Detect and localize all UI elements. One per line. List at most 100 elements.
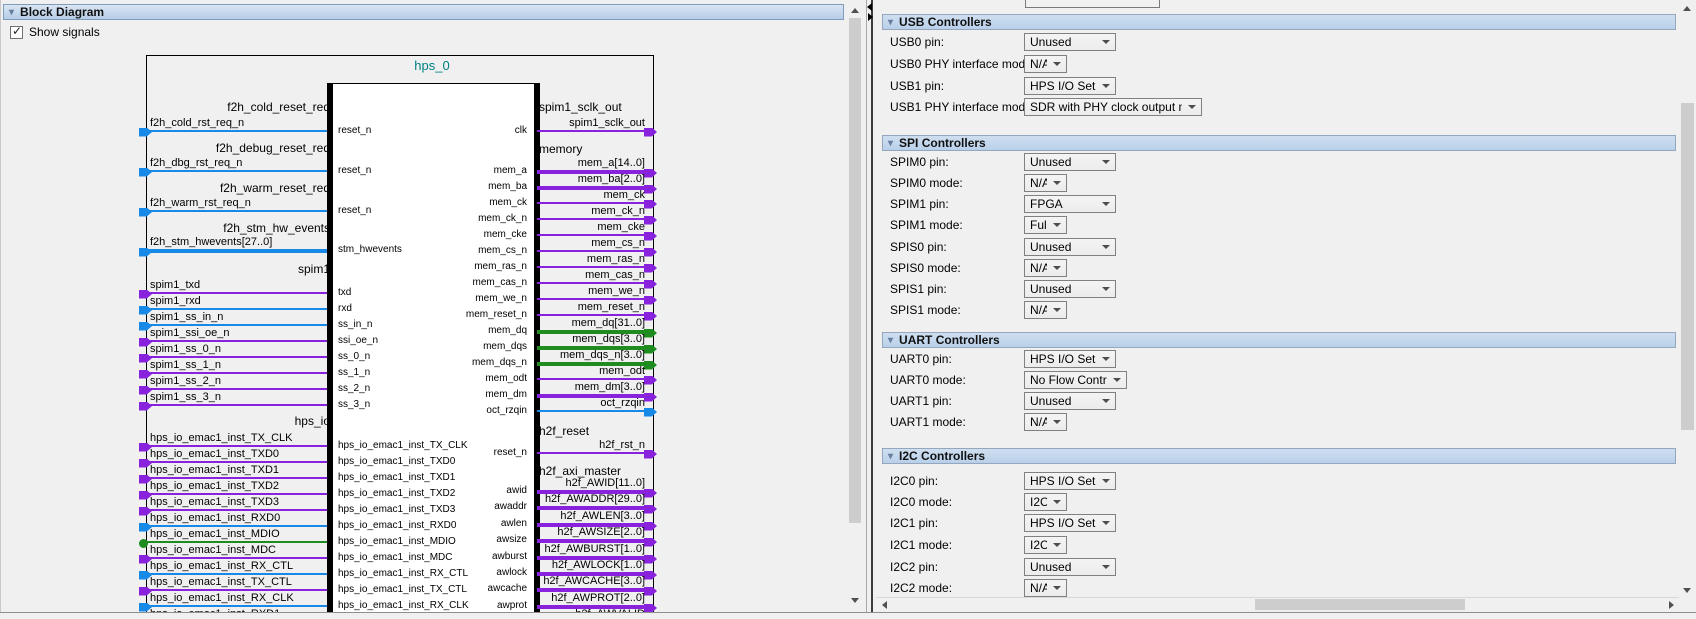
partial-dropdown-top[interactable]: [1025, 0, 1160, 8]
param-dropdown[interactable]: Unused: [1024, 153, 1116, 171]
chevron-down-icon: [1102, 245, 1110, 249]
section-header-spi-controllers[interactable]: ▾SPI Controllers: [882, 135, 1676, 151]
signal-label: spim1_rxd: [150, 295, 201, 307]
param-dropdown[interactable]: N/A: [1024, 55, 1067, 73]
port-direction-icon: [644, 200, 657, 209]
chevron-down-icon: [1053, 308, 1061, 312]
param-dropdown[interactable]: N/A: [1024, 174, 1067, 192]
signal-label: spim1_ss_1_n: [150, 359, 221, 371]
param-dropdown[interactable]: I2C: [1024, 536, 1067, 554]
dropdown-value: HPS I/O Set 0: [1030, 79, 1096, 93]
section-collapse-icon[interactable]: ▾: [888, 451, 893, 462]
param-label: UART1 mode:: [890, 415, 966, 429]
signal-label: spim1_ss_2_n: [150, 375, 221, 387]
section-collapse-icon[interactable]: ▾: [888, 138, 893, 149]
param-dropdown[interactable]: HPS I/O Set 0: [1024, 350, 1116, 368]
section-header-uart-controllers[interactable]: ▾ UART Controllers: [882, 332, 1676, 348]
signal-label: hps_io_emac1_inst_MDIO: [150, 528, 280, 540]
dropdown-value: Full: [1030, 218, 1047, 232]
signal-label: hps_io_emac1_inst_TXD3: [150, 496, 279, 508]
param-dropdown[interactable]: N/A: [1024, 301, 1067, 319]
section-header-usb-controllers[interactable]: ▾ USB Controllers: [882, 14, 1676, 30]
chevron-down-icon: [1102, 521, 1110, 525]
right-scroll-left-icon[interactable]: [877, 598, 891, 611]
param-dropdown[interactable]: HPS I/O Set 0: [1024, 514, 1116, 532]
collapse-arrow-icon[interactable]: ▾: [9, 7, 14, 18]
dropdown-value: Unused: [1030, 240, 1071, 254]
param-dropdown[interactable]: I2C: [1024, 493, 1067, 511]
signal-label: hps_io_emac1_inst_RX_CTL: [150, 560, 293, 572]
param-label: I2C2 pin:: [890, 560, 938, 574]
chevron-down-icon: [1102, 160, 1110, 164]
param-dropdown[interactable]: HPS I/O Set 0: [1024, 77, 1116, 95]
dropdown-value: Unused: [1030, 394, 1071, 408]
param-dropdown[interactable]: Unused: [1024, 558, 1116, 576]
port-direction-icon: [644, 505, 657, 514]
port-direction-icon: [644, 522, 657, 531]
dropdown-value: N/A: [1030, 303, 1047, 317]
dropdown-value: HPS I/O Set 0: [1030, 474, 1096, 488]
param-dropdown[interactable]: Unused: [1024, 238, 1116, 256]
param-dropdown[interactable]: SDR with PHY clock output mode: [1024, 98, 1202, 116]
left-vscrollbar-thumb[interactable]: [849, 18, 861, 523]
param-dropdown[interactable]: FPGA: [1024, 195, 1116, 213]
right-scroll-down-icon[interactable]: [1679, 583, 1695, 597]
interface-group-label: spim1: [80, 262, 330, 276]
signal-wire: [146, 461, 327, 463]
signal-wire: [146, 388, 327, 390]
param-label: SPIM0 pin:: [890, 155, 949, 169]
window-left-edge: [0, 0, 1, 613]
signal-label: hps_io_emac1_inst_TX_CTL: [150, 576, 292, 588]
signal-label: f2h_warm_rst_req_n: [150, 197, 251, 209]
section-title: USB Controllers: [899, 15, 992, 29]
section-header-i2c-controllers[interactable]: ▾I2C Controllers: [882, 448, 1676, 464]
splitter-collapse-left-icon[interactable]: [867, 3, 872, 11]
signal-wire: [146, 249, 327, 253]
chevron-down-icon: [1188, 105, 1196, 109]
signal-label: hps_io_emac1_inst_RX_CLK: [150, 592, 294, 604]
port-label: oct_rzqin: [380, 405, 527, 416]
right-hscrollbar-thumb[interactable]: [1255, 599, 1465, 610]
interface-group-label: h2f_axi_master: [539, 464, 621, 478]
dropdown-value: Unused: [1030, 282, 1071, 296]
right-scroll-up-icon[interactable]: [1679, 1, 1695, 15]
right-scroll-right-icon[interactable]: [1664, 598, 1678, 611]
param-label: SPIM1 mode:: [890, 218, 963, 232]
interface-group-label: f2h_warm_reset_req: [80, 181, 330, 195]
dropdown-value: FPGA: [1030, 197, 1063, 211]
diagram-canvas[interactable]: hps_0 f2h_cold_reset_reqf2h_cold_rst_req…: [3, 45, 845, 612]
signal-label: hps_io_emac1_inst_MDC: [150, 544, 276, 556]
param-dropdown[interactable]: Unused: [1024, 392, 1116, 410]
param-dropdown[interactable]: N/A: [1024, 259, 1067, 277]
port-direction-icon: [644, 232, 657, 241]
interface-group-label: f2h_debug_reset_req: [80, 141, 330, 155]
signal-wire: [146, 477, 327, 479]
section-title: UART Controllers: [899, 333, 1000, 347]
signal-wire: [146, 493, 327, 495]
param-dropdown[interactable]: N/A: [1024, 413, 1067, 431]
left-scroll-down-icon[interactable]: [847, 593, 862, 607]
param-dropdown[interactable]: Unused: [1024, 280, 1116, 298]
right-vscrollbar-thumb[interactable]: [1681, 103, 1694, 430]
block-title: hps_0: [382, 58, 482, 73]
block-left-port-strip: [328, 84, 333, 612]
signal-wire: [537, 410, 651, 412]
dropdown-value: N/A: [1030, 581, 1047, 595]
panel-splitter[interactable]: [864, 0, 876, 612]
param-dropdown[interactable]: HPS I/O Set 0: [1024, 472, 1116, 490]
show-signals-checkbox[interactable]: ✓: [10, 26, 23, 39]
block-diagram-header[interactable]: ▾ Block Diagram: [3, 4, 844, 20]
port-label: ss_1_n: [338, 367, 370, 378]
port-label: rxd: [338, 303, 352, 314]
left-scroll-up-icon[interactable]: [847, 3, 862, 17]
param-dropdown[interactable]: Unused: [1024, 33, 1116, 51]
param-dropdown[interactable]: No Flow Control: [1024, 371, 1127, 389]
section-collapse-icon[interactable]: ▾: [888, 17, 893, 28]
dropdown-value: No Flow Control: [1030, 373, 1107, 387]
param-dropdown[interactable]: Full: [1024, 216, 1067, 234]
port-direction-icon: [644, 393, 657, 402]
param-dropdown[interactable]: N/A: [1024, 579, 1067, 597]
section-collapse-icon[interactable]: ▾: [888, 335, 893, 346]
splitter-collapse-right-icon[interactable]: [868, 13, 873, 21]
signal-wire: [146, 573, 327, 575]
